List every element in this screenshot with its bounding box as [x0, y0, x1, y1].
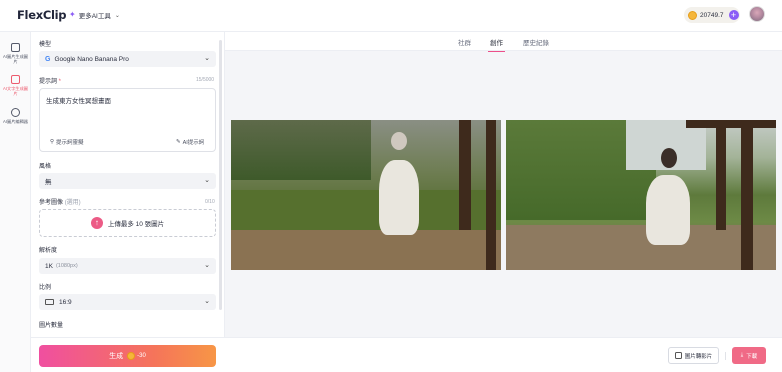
video-icon: [674, 352, 682, 359]
prompt-inspiration-label: 提示詞靈擬: [56, 140, 84, 146]
chevron-down-icon: ⌄: [204, 262, 210, 269]
rail-item-label: AI文字生成圖片: [3, 86, 28, 96]
image-to-image-icon: [11, 43, 20, 52]
top-header: FlexClip ✦ 更多AI工具 ⌄ 20749.7 +: [0, 0, 782, 32]
download-label: 下載: [746, 353, 758, 360]
image-decoration: [661, 148, 677, 168]
main-tabs: 社群 創作 歷史紀錄: [225, 32, 782, 52]
aspect-ratio-icon: [45, 299, 54, 305]
credit-balance[interactable]: 20749.7 +: [684, 7, 740, 23]
rail-item-image-editor[interactable]: AI圖片編輯器: [2, 108, 29, 124]
image-decoration: [391, 132, 407, 150]
magic-wand-icon: ✎: [176, 139, 181, 145]
prompt-counter: 15/5000: [196, 77, 215, 83]
divider: [725, 352, 726, 360]
generated-image-2[interactable]: [506, 120, 776, 270]
panel-scrollbar[interactable]: [219, 40, 222, 310]
prompt-text: 生成東方女性冥想畫面: [46, 98, 111, 105]
generate-cost: -30: [127, 352, 146, 360]
chevron-down-icon: ⌄: [204, 55, 210, 62]
resolution-select[interactable]: 1K (1080px) ⌄: [39, 258, 216, 274]
ai-prompt-label: AI提示詞: [182, 140, 205, 146]
prompt-label: 提示詞 *: [39, 76, 61, 85]
reference-label-text: 參考圖像: [39, 200, 64, 206]
generated-image-1[interactable]: [231, 120, 501, 270]
image-decoration: [506, 225, 776, 270]
rail-item-image-to-image[interactable]: AI圖片生成圖片: [2, 43, 29, 64]
required-mark: *: [57, 79, 62, 85]
model-label: 模型: [39, 42, 52, 48]
tab-create[interactable]: 創作: [488, 37, 505, 52]
model-value: Google Nano Banana Pro: [54, 55, 129, 63]
more-ai-tools-label: 更多AI工具: [78, 13, 111, 20]
ai-prompt-button[interactable]: ✎ AI提示詞: [176, 138, 204, 146]
more-ai-tools-menu[interactable]: ✦ 更多AI工具 ⌄: [69, 10, 120, 21]
tab-history[interactable]: 歷史紀錄: [523, 37, 549, 47]
image-decoration: [231, 120, 371, 180]
generate-label: 生成: [109, 353, 124, 360]
sparkle-icon: ✦: [69, 10, 76, 19]
user-avatar[interactable]: [749, 6, 765, 22]
style-label: 風格: [39, 164, 52, 170]
download-icon: ⤓: [740, 352, 744, 358]
resolution-sub: (1080px): [55, 263, 78, 269]
ratio-label: 比例: [39, 285, 52, 291]
generate-cost-value: -30: [137, 353, 146, 359]
tool-rail: AI圖片生成圖片 AI文字生成圖片 AI圖片編輯器: [0, 32, 31, 372]
text-to-image-icon: [11, 75, 20, 84]
rail-item-label: AI圖片生成圖片: [3, 54, 28, 64]
prompt-textarea[interactable]: 生成東方女性冥想畫面 ⚲ 提示詞靈擬 ✎ AI提示詞: [39, 88, 216, 152]
style-value: 無: [45, 179, 52, 186]
image-decoration: [646, 175, 690, 245]
credit-value: 20749.7: [700, 11, 724, 19]
chevron-down-icon: ⌄: [204, 298, 210, 305]
add-credits-button[interactable]: +: [728, 10, 739, 20]
image-decoration: [741, 120, 753, 270]
image-decoration: [459, 120, 471, 230]
style-select[interactable]: 無 ⌄: [39, 173, 216, 189]
image-decoration: [686, 120, 776, 128]
chevron-down-icon: ⌄: [114, 12, 120, 19]
download-button[interactable]: ⤓ 下載: [732, 347, 766, 364]
ratio-value: 16:9: [59, 298, 72, 306]
image-decoration: [231, 230, 501, 270]
bulb-icon: ⚲: [50, 139, 55, 145]
reference-label: 參考圖像 (選用): [39, 197, 81, 206]
image-to-video-label: 圖片轉影片: [684, 353, 713, 360]
reference-counter: 0/10: [205, 199, 215, 205]
upload-text: 上傳最多 10 張圖片: [107, 221, 165, 228]
rail-item-text-to-image[interactable]: AI文字生成圖片: [2, 75, 29, 96]
prompt-label-text: 提示詞: [39, 79, 58, 85]
upload-icon: ↑: [90, 217, 103, 229]
reference-upload-area[interactable]: ↑ 上傳最多 10 張圖片: [39, 209, 216, 237]
tab-community[interactable]: 社群: [458, 37, 471, 47]
reference-optional: (選用): [64, 200, 81, 206]
model-select[interactable]: G Google Nano Banana Pro ⌄: [39, 51, 216, 67]
coin-icon: [688, 10, 697, 20]
image-decoration: [486, 120, 496, 270]
image-decoration: [716, 120, 726, 230]
resolution-label: 解析度: [39, 248, 58, 254]
prompt-inspiration-button[interactable]: ⚲ 提示詞靈擬: [50, 138, 84, 146]
app-logo[interactable]: FlexClip: [17, 8, 66, 22]
image-decoration: [379, 160, 419, 235]
image-editor-icon: [11, 108, 20, 117]
rail-item-label: AI圖片編輯器: [3, 119, 28, 124]
image-to-video-button[interactable]: 圖片轉影片: [668, 347, 719, 364]
chevron-down-icon: ⌄: [204, 177, 210, 184]
ratio-select[interactable]: 16:9 ⌄: [39, 294, 216, 310]
google-icon: G: [45, 55, 51, 63]
generate-button[interactable]: 生成 -30: [39, 345, 216, 367]
coin-icon: [127, 352, 136, 360]
resolution-value: 1K: [45, 262, 53, 270]
image-count-label: 圖片數量: [39, 323, 64, 329]
